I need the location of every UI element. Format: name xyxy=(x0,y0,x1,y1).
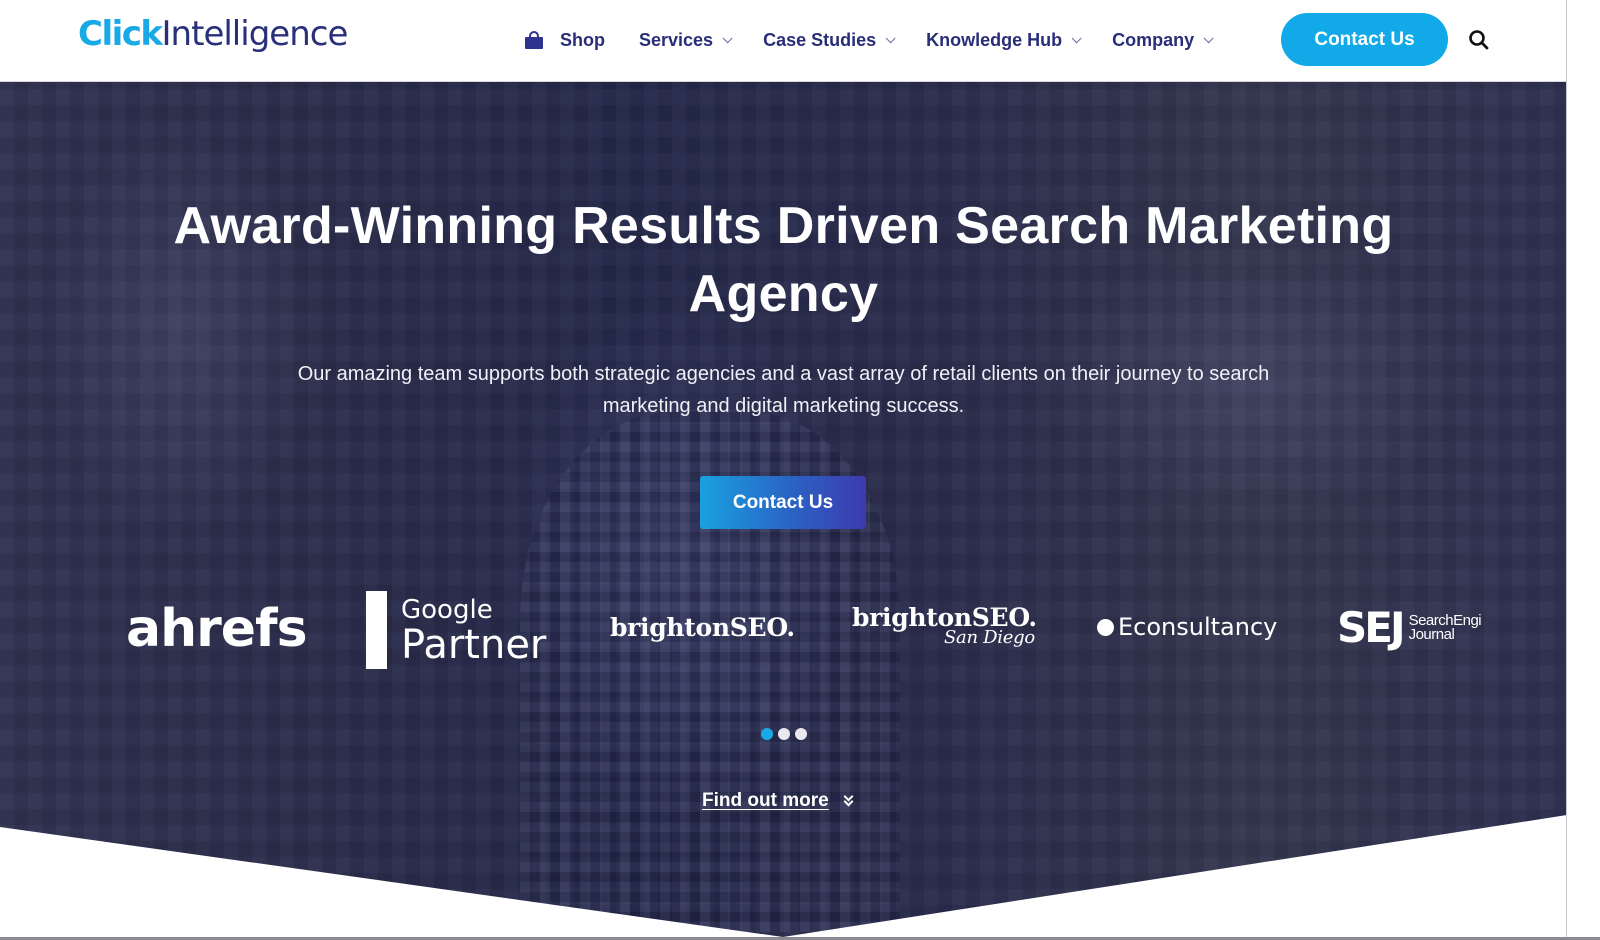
chevron-down-icon xyxy=(885,32,896,43)
nav-item-shop[interactable]: Shop xyxy=(524,30,605,51)
hero-section: Award-Winning Results Driven Search Mark… xyxy=(0,82,1566,937)
hero-contact-button[interactable]: Contact Us xyxy=(700,476,866,529)
brightonseo-san-diego-logo[interactable]: brightonSEO. San Diego xyxy=(852,603,1037,648)
logo-intelligence-text: Intelligence xyxy=(161,14,349,54)
nav-item-case-studies[interactable]: Case Studies xyxy=(763,29,896,51)
econsultancy-text: Econsultancy xyxy=(1118,613,1278,641)
ahrefs-logo[interactable]: ahrefs xyxy=(126,599,308,659)
page: Click Intelligence Shop Services Case St… xyxy=(0,0,1567,937)
carousel-dot-3[interactable] xyxy=(795,728,807,740)
main-nav: Shop Services Case Studies Knowledge Hub… xyxy=(524,22,1244,58)
partner-text: Partner xyxy=(401,622,547,668)
nav-item-label: Knowledge Hub xyxy=(926,29,1063,50)
shopping-bag-icon xyxy=(524,31,544,49)
chevron-down-icon xyxy=(1071,32,1082,43)
econsultancy-dot-icon xyxy=(1097,618,1114,636)
hero-title: Award-Winning Results Driven Search Mark… xyxy=(173,197,1394,323)
chevron-down-icon xyxy=(722,32,733,43)
hero-subtitle: Our amazing team supports both strategic… xyxy=(297,363,1270,417)
site-header: Click Intelligence Shop Services Case St… xyxy=(0,0,1566,82)
nav-item-label: Shop xyxy=(560,29,605,50)
partner-logos-carousel: ahrefs Google Partner brightonSEO. brigh… xyxy=(0,587,1566,677)
san-diego-text: San Diego xyxy=(944,627,1035,648)
chevron-down-icon xyxy=(1203,32,1214,43)
carousel-dot-2[interactable] xyxy=(778,728,790,740)
find-out-more-label: Find out more xyxy=(702,790,829,811)
sej-text: SEJ xyxy=(1337,603,1406,652)
brightonseo-logo[interactable]: brightonSEO. xyxy=(610,613,795,642)
carousel-dot-1[interactable] xyxy=(761,728,773,740)
nav-item-services[interactable]: Services xyxy=(639,29,733,51)
click-intelligence-logo[interactable]: Click Intelligence xyxy=(78,14,349,58)
google-text: Google xyxy=(401,595,493,625)
nav-item-company[interactable]: Company xyxy=(1112,29,1214,51)
econsultancy-logo[interactable]: Econsultancy xyxy=(1097,613,1277,641)
nav-item-label: Services xyxy=(639,29,714,50)
header-contact-button[interactable]: Contact Us xyxy=(1281,13,1448,66)
find-out-more-link[interactable]: Find out more xyxy=(702,790,855,812)
search-engine-journal-logo[interactable]: SEJ SearchEngi Journal xyxy=(1337,603,1482,652)
search-icon[interactable] xyxy=(1468,29,1490,51)
nav-item-knowledge-hub[interactable]: Knowledge Hub xyxy=(926,29,1082,51)
nav-item-label: Company xyxy=(1112,29,1195,50)
double-chevron-down-icon xyxy=(843,791,855,808)
nav-item-label: Case Studies xyxy=(763,29,877,50)
logo-click-text: Click xyxy=(78,14,163,54)
sej-line2: Journal xyxy=(1408,625,1455,643)
carousel-dots xyxy=(761,728,807,740)
google-partner-logo[interactable]: Google Partner xyxy=(366,591,546,669)
google-partner-bar xyxy=(366,591,387,669)
